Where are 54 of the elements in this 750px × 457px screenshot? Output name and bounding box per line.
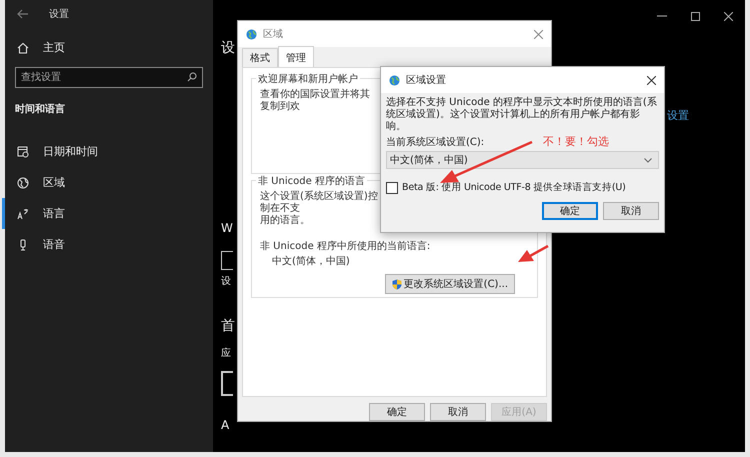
locale-dropdown[interactable]: 中文(简体，中国) <box>386 151 659 169</box>
annotation-text: 不！要！勾选 <box>543 134 609 149</box>
dialog-title: 区域设置 <box>406 74 446 87</box>
language-icon <box>17 208 29 220</box>
close-icon[interactable] <box>724 12 733 20</box>
shield-icon <box>392 278 402 290</box>
globe-icon <box>389 74 400 86</box>
nav-item[interactable]: 语音 <box>2 229 213 260</box>
settings-link[interactable]: 设置 <box>667 108 689 123</box>
group-text: 查看你的国际设置并将其复制到欢 <box>260 89 371 113</box>
tab[interactable]: 格式 <box>242 48 278 67</box>
heading-fragment: 设 <box>221 277 232 289</box>
nav-item[interactable]: 语言 <box>2 198 213 229</box>
heading-fragment: 设 <box>221 39 236 58</box>
section-heading: 时间和语言 <box>14 102 66 116</box>
input-field[interactable] <box>221 251 233 270</box>
dialog-button[interactable]: 确定 <box>542 202 598 220</box>
heading-fragment: A <box>221 419 230 434</box>
checkbox[interactable] <box>386 182 398 194</box>
group-title: 欢迎屏幕和新用户帐户 <box>256 72 360 86</box>
search-icon <box>187 72 197 82</box>
group-text: 这个设置(系统区域设置)控制在不支 <box>260 191 378 214</box>
dialog-button[interactable]: 取消 <box>430 403 486 421</box>
heading-fragment: 首 <box>221 317 236 336</box>
nav-item[interactable]: 日期和时间 <box>2 136 213 167</box>
locale-label: 当前系统区域设置(C): <box>386 136 484 149</box>
change-locale-button[interactable]: 更改系统区域设置(C)... <box>384 274 515 294</box>
heading-fragment: W <box>221 222 233 237</box>
minimize-icon[interactable] <box>657 15 667 17</box>
dialog-button[interactable]: 确定 <box>369 403 425 421</box>
calendar-clock-icon <box>17 146 29 158</box>
home-nav-item[interactable]: 主页 <box>2 32 213 63</box>
heading-fragment: 应 <box>221 349 232 361</box>
annotation-arrow <box>518 244 549 262</box>
checkbox-label: Beta 版: 使用 Unicode UTF-8 提供全球语言支持(U) <box>402 181 626 194</box>
search-field[interactable]: 查找设置 <box>15 67 203 88</box>
input-field[interactable] <box>221 371 233 396</box>
globe-icon <box>246 28 257 40</box>
caret-icon <box>644 158 652 162</box>
nav-item[interactable]: 区域 <box>2 167 213 198</box>
close-icon[interactable] <box>647 76 656 84</box>
globe-icon <box>17 176 29 188</box>
dialog-title: 区域 <box>263 28 283 41</box>
back-icon[interactable] <box>17 9 29 19</box>
group-title: 非 Unicode 程序的语言 <box>256 174 367 188</box>
current-language-label: 非 Unicode 程序中所使用的当前语言: <box>260 241 432 253</box>
maximize-icon[interactable] <box>691 12 700 20</box>
dialog-button[interactable]: 取消 <box>603 202 659 220</box>
tab[interactable]: 管理 <box>278 46 314 67</box>
description-text: 选择在不支持 Unicode 的程序中显示文本时所使用的语言(系统区域设置)。这个设置对计算机上的所有用户帐户都有影响。 <box>386 97 658 133</box>
window-title: 设置 <box>49 8 69 21</box>
current-language-value: 中文(简体，中国) <box>272 256 351 268</box>
group-text: 用的语言。 <box>260 215 311 227</box>
home-icon <box>17 42 29 54</box>
